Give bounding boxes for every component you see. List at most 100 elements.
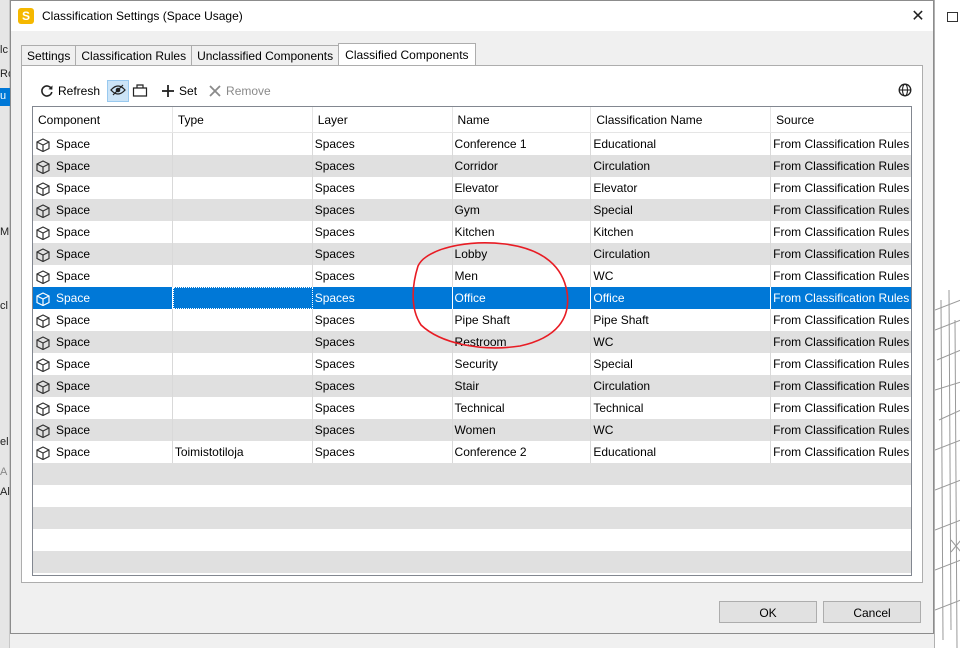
column-header-source[interactable]: Source: [771, 107, 911, 133]
component-label: Space: [56, 357, 91, 371]
refresh-button[interactable]: Refresh: [36, 80, 103, 102]
table-row[interactable]: Space Spaces Stair Circulation From Classifi…: [33, 375, 911, 397]
cell-type: [173, 419, 313, 441]
cube-icon: [36, 291, 50, 307]
background-app-right: [934, 0, 960, 648]
cube-icon: [36, 247, 50, 263]
cell-type: [173, 353, 313, 375]
cell-name: Office: [453, 287, 592, 309]
tab-strip: Settings Classification Rules Unclassifi…: [21, 43, 476, 67]
cell-layer: Spaces: [313, 331, 453, 353]
cell-type: [173, 397, 313, 419]
component-label: Space: [56, 159, 91, 173]
cell-classification-name: Special: [591, 199, 772, 221]
cube-icon: [36, 423, 50, 439]
close-icon: ✕: [911, 8, 925, 25]
component-label: Space: [56, 423, 91, 437]
table-row[interactable]: Space Spaces Security Special From Classific…: [33, 353, 911, 375]
tab-settings[interactable]: Settings: [21, 45, 76, 67]
cell-classification-name: Circulation: [591, 155, 772, 177]
table-row[interactable]: Space Spaces Elevator Elevator From Classifi…: [33, 177, 911, 199]
cell-layer: Spaces: [313, 375, 453, 397]
background-text-fragment: el: [0, 436, 9, 448]
table-row[interactable]: Space Spaces Gym Special From Classification…: [33, 199, 911, 221]
cell-component: Space: [33, 265, 173, 287]
cube-icon: [36, 379, 50, 395]
cell-name: Conference 1: [453, 133, 592, 155]
refresh-icon: [39, 83, 55, 99]
cell-source: From Classification Rules: [773, 159, 910, 173]
set-label: Set: [179, 84, 198, 98]
cell-source: From Classification Rules: [773, 137, 910, 151]
cell-name: Lobby: [453, 243, 592, 265]
cell-layer: Spaces: [313, 397, 453, 419]
component-label: Space: [56, 291, 91, 305]
cell-classification-name: Pipe Shaft: [591, 309, 772, 331]
cell-layer: Spaces: [313, 287, 453, 309]
cell-name: Pipe Shaft: [453, 309, 592, 331]
cell-source: From Classification Rules: [773, 291, 910, 305]
cell-component: Space: [33, 397, 173, 419]
cube-icon: [36, 313, 50, 329]
cell-classification-name: Educational: [591, 441, 772, 463]
cell-layer: Spaces: [313, 221, 453, 243]
cell-source: From Classification Rules: [773, 335, 910, 349]
open-folder-button[interactable]: [129, 80, 151, 102]
column-header-name[interactable]: Name: [453, 107, 592, 133]
tab-classification-rules[interactable]: Classification Rules: [75, 45, 192, 67]
classification-settings-dialog: S Classification Settings (Space Usage) …: [10, 0, 934, 634]
cube-icon: [36, 225, 50, 241]
cancel-button[interactable]: Cancel: [823, 601, 921, 623]
empty-row: [33, 463, 911, 485]
table-row[interactable]: Space Spaces Men WC From Classification Rule…: [33, 265, 911, 287]
cube-icon: [36, 401, 50, 417]
table-row[interactable]: Space Spaces Women WC From Classification Ru…: [33, 419, 911, 441]
tab-unclassified-components[interactable]: Unclassified Components: [191, 45, 339, 67]
restore-window-icon[interactable]: [947, 12, 958, 22]
column-header-classification-name[interactable]: Classification Name: [591, 107, 772, 133]
table-row[interactable]: Space Spaces Lobby Circulation From Classifi…: [33, 243, 911, 265]
table-row[interactable]: Space Spaces Technical Technical From Classi…: [33, 397, 911, 419]
cell-source: From Classification Rules: [773, 247, 910, 261]
set-button[interactable]: Set: [157, 80, 200, 102]
cell-classification-name: Circulation: [591, 243, 772, 265]
cell-classification-name: Technical: [591, 397, 772, 419]
cell-type: [173, 133, 313, 155]
close-button[interactable]: ✕: [903, 1, 933, 31]
folder-icon: [132, 83, 148, 100]
empty-row: [33, 485, 911, 507]
cell-component: Space: [33, 177, 173, 199]
column-header-component[interactable]: Component: [33, 107, 173, 133]
cell-type: [173, 199, 313, 221]
background-app-left: lc Ro u M cl el A Al: [0, 0, 14, 648]
column-header-layer[interactable]: Layer: [313, 107, 453, 133]
table-row[interactable]: Space Spaces Office Office From Classificati…: [33, 287, 911, 309]
tab-classified-components[interactable]: Classified Components: [338, 43, 476, 67]
cell-layer: Spaces: [313, 419, 453, 441]
show-hidden-toggle[interactable]: [107, 80, 130, 102]
cube-icon: [36, 181, 50, 197]
cell-component: Space: [33, 353, 173, 375]
empty-row: [33, 529, 911, 551]
component-label: Space: [56, 181, 91, 195]
cell-type: [173, 309, 313, 331]
language-button[interactable]: [896, 82, 914, 100]
cell-classification-name: Kitchen: [591, 221, 772, 243]
table-row[interactable]: Space Toimistotiloja Spaces Conference 2 Edu…: [33, 441, 911, 463]
table-row[interactable]: Space Spaces Restroom WC From Classification…: [33, 331, 911, 353]
background-text-fragment: lc: [0, 44, 8, 56]
cell-name: Security: [453, 353, 592, 375]
component-label: Space: [56, 247, 91, 261]
ok-button[interactable]: OK: [719, 601, 817, 623]
component-label: Space: [56, 313, 91, 327]
table-row[interactable]: Space Spaces Corridor Circulation From Class…: [33, 155, 911, 177]
cube-icon: [36, 357, 50, 373]
table-row[interactable]: Space Spaces Kitchen Kitchen From Classifica…: [33, 221, 911, 243]
table-row[interactable]: Space Spaces Pipe Shaft Pipe Shaft From Clas…: [33, 309, 911, 331]
table-row[interactable]: Space Spaces Conference 1 Educational From C…: [33, 133, 911, 155]
cell-layer: Spaces: [313, 177, 453, 199]
remove-button[interactable]: Remove: [204, 80, 274, 102]
component-label: Space: [56, 137, 91, 151]
column-header-type[interactable]: Type: [173, 107, 313, 133]
cell-layer: Spaces: [313, 243, 453, 265]
